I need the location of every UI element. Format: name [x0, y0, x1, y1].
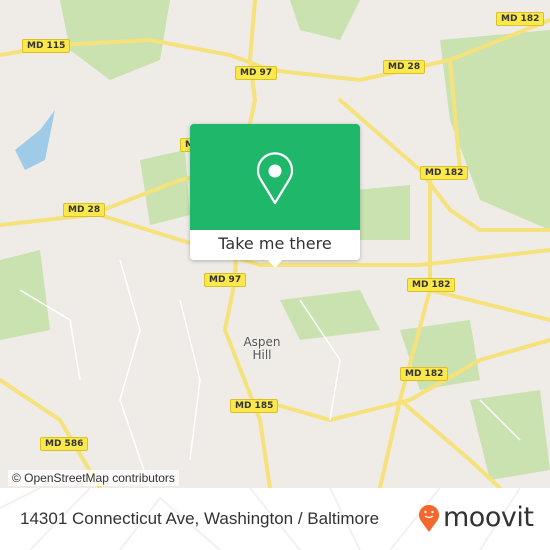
location-pin-icon [256, 152, 294, 205]
road-shield: MD 97 [204, 273, 247, 287]
road-shield: MD 28 [63, 203, 106, 217]
place-label-aspen-hill: Aspen Hill [243, 335, 281, 362]
road-shield: MD 115 [22, 39, 71, 53]
map[interactable]: MD 115 MD 97 MD 28 MD 182 MD MD 28 MD 18… [0, 0, 550, 488]
road-shield: MD 182 [407, 278, 456, 292]
popup-header [190, 124, 360, 230]
popup-tail [267, 259, 283, 268]
road-shield: MD 586 [40, 437, 89, 451]
map-attribution[interactable]: © OpenStreetMap contributors [8, 470, 179, 486]
road-shield: MD 182 [420, 166, 469, 180]
road-shield: MD 28 [383, 60, 426, 74]
road-shield: MD 185 [230, 399, 279, 413]
moovit-logo[interactable]: moovit [418, 502, 534, 533]
moovit-pin-icon [419, 504, 439, 532]
road-shield: MD 182 [400, 367, 449, 381]
location-popup: Take me there [190, 124, 360, 268]
take-me-there-button[interactable]: Take me there [190, 230, 360, 260]
moovit-wordmark: moovit [443, 502, 534, 533]
road-shield: MD 182 [496, 12, 545, 26]
road-shield: MD 97 [235, 66, 278, 80]
address-text: 14301 Connecticut Ave, Washington / Balt… [20, 509, 380, 528]
